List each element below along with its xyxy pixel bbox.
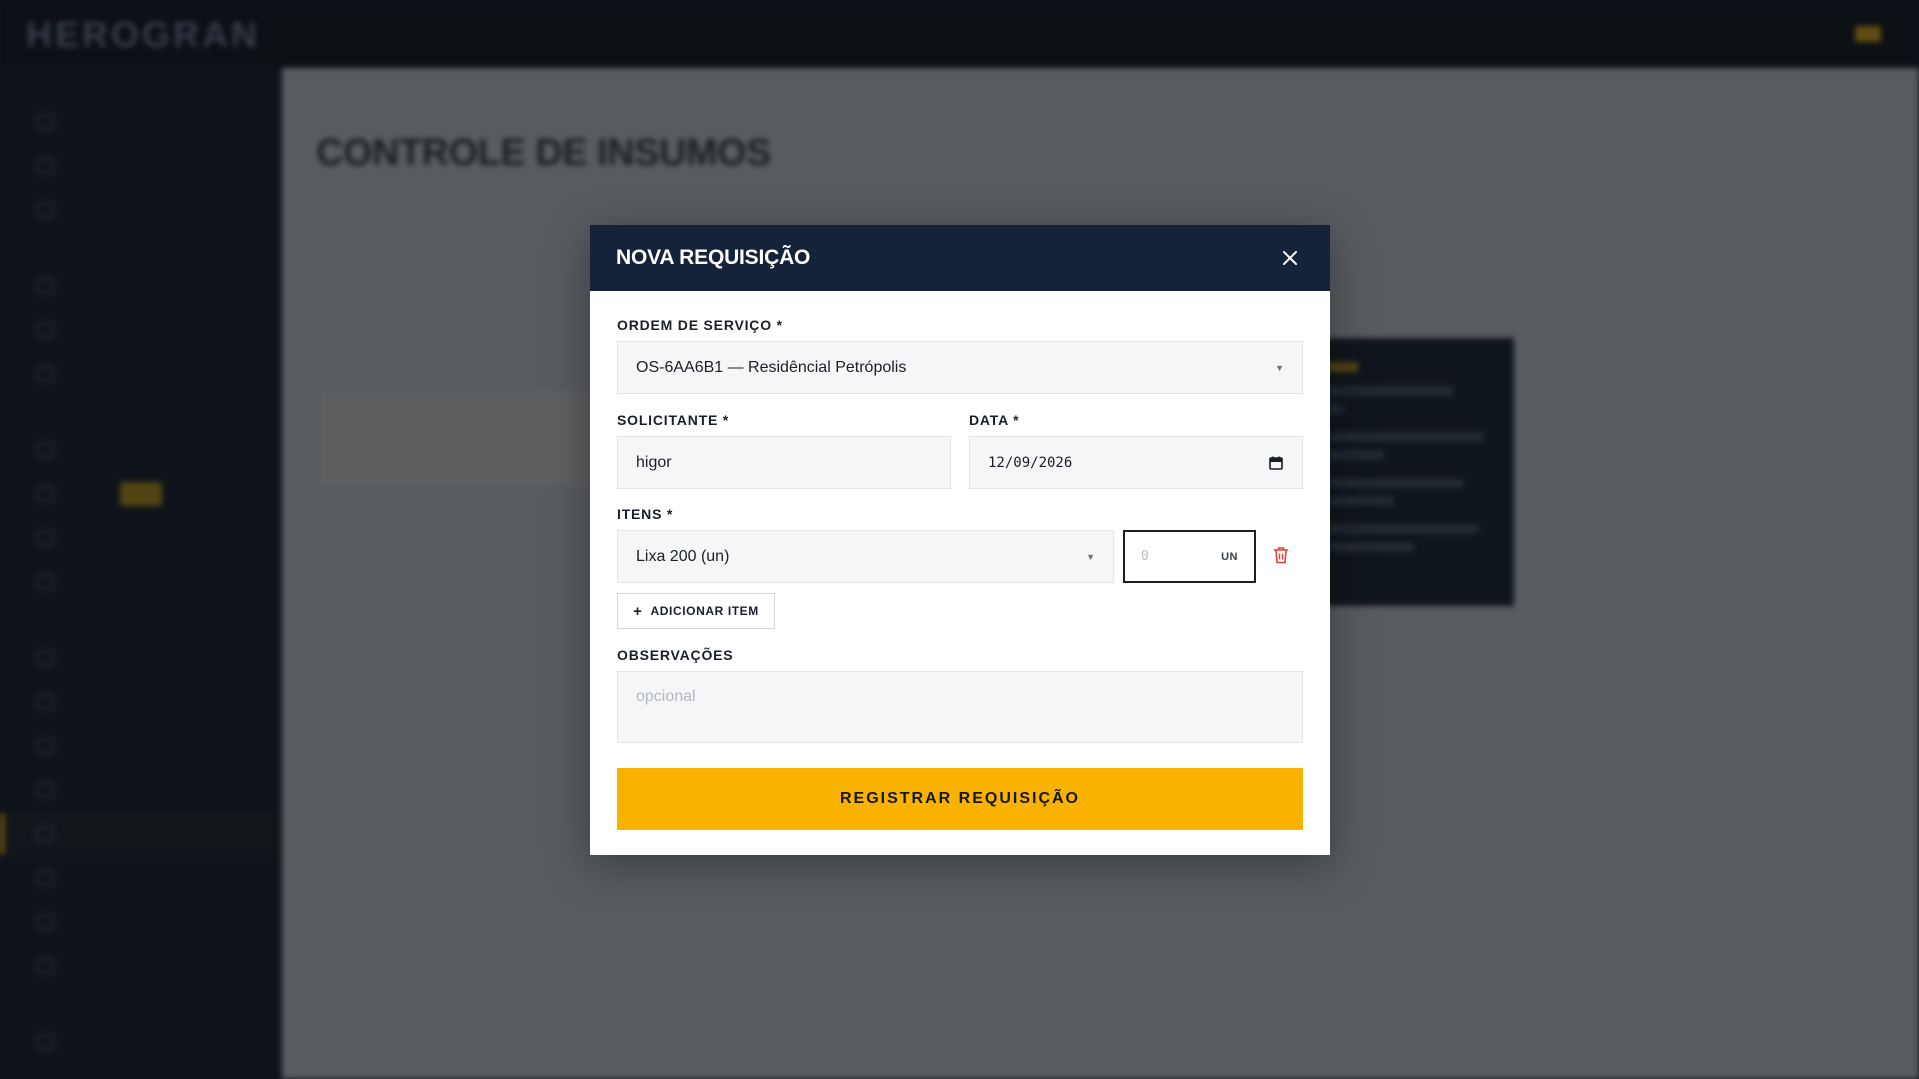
new-requisition-modal: NOVA REQUISIÇÃO ORDEM DE SERVIÇO * OS-6A… xyxy=(590,225,1330,855)
quantity-unit: UN xyxy=(1221,550,1238,563)
plus-icon: + xyxy=(633,602,643,620)
add-item-label: ADICIONAR ITEM xyxy=(650,604,759,618)
service-order-value: OS-6AA6B1 — Residêncial Petrópolis xyxy=(636,358,907,376)
notes-textarea[interactable]: opcional xyxy=(617,671,1303,743)
submit-requisition-button[interactable]: REGISTRAR REQUISIÇÃO xyxy=(617,768,1303,830)
service-order-select[interactable]: OS-6AA6B1 — Residêncial Petrópolis ▼ xyxy=(617,341,1303,394)
modal-title: NOVA REQUISIÇÃO xyxy=(616,246,811,269)
trash-icon xyxy=(1273,547,1289,564)
chevron-down-icon: ▼ xyxy=(1275,362,1284,373)
quantity-input[interactable]: 0 UN xyxy=(1123,530,1256,583)
close-icon xyxy=(1283,251,1297,265)
modal-header: NOVA REQUISIÇÃO xyxy=(590,225,1330,291)
close-button[interactable] xyxy=(1276,244,1304,272)
items-label: ITENS * xyxy=(617,506,674,522)
requester-value: higor xyxy=(636,453,672,471)
date-input[interactable]: 12/09/2026 xyxy=(969,436,1303,489)
item-value: Lixa 200 (un) xyxy=(636,547,730,565)
requester-input[interactable]: higor xyxy=(617,436,951,489)
add-item-button[interactable]: + ADICIONAR ITEM xyxy=(617,593,775,629)
notes-placeholder: opcional xyxy=(636,688,696,705)
requester-label: SOLICITANTE * xyxy=(617,412,730,428)
item-select[interactable]: Lixa 200 (un) ▼ xyxy=(617,530,1114,583)
chevron-down-icon: ▼ xyxy=(1086,551,1095,562)
remove-item-button[interactable] xyxy=(1273,546,1289,569)
date-label: DATA * xyxy=(969,412,1020,428)
date-value: 12/09/2026 xyxy=(988,454,1073,471)
service-order-label: ORDEM DE SERVIÇO * xyxy=(617,317,783,333)
quantity-placeholder: 0 xyxy=(1141,549,1149,564)
notes-label: OBSERVAÇÕES xyxy=(617,647,734,663)
calendar-icon[interactable] xyxy=(1268,455,1284,471)
